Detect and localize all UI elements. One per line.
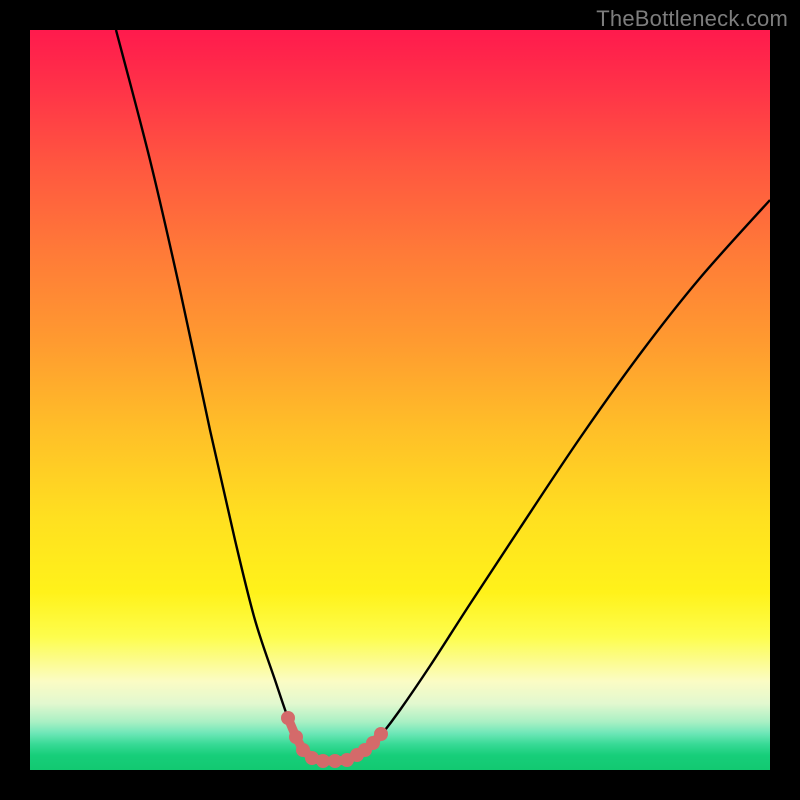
marker-dot	[281, 711, 295, 725]
marker-dot	[374, 727, 388, 741]
marker-dot	[316, 754, 330, 768]
bottleneck-curve	[116, 30, 770, 761]
chart-frame: TheBottleneck.com	[0, 0, 800, 800]
marker-dot	[328, 754, 342, 768]
curve-layer	[30, 30, 770, 770]
watermark-text: TheBottleneck.com	[596, 6, 788, 32]
plot-area	[30, 30, 770, 770]
marker-dots-group	[281, 711, 388, 768]
marker-dot	[289, 730, 303, 744]
